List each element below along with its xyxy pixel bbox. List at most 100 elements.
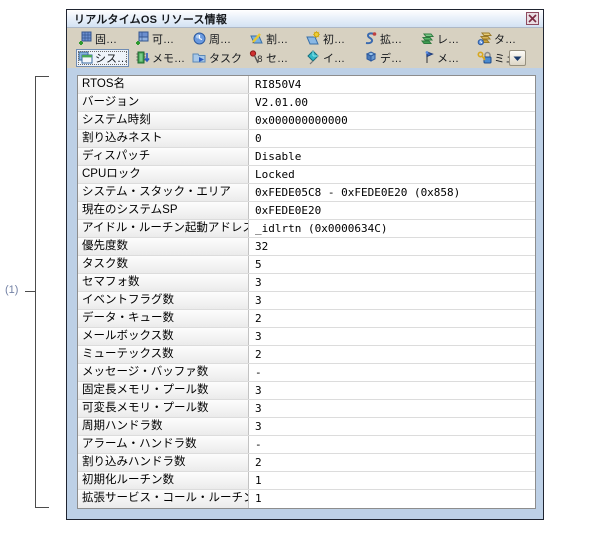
table-row[interactable]: バージョンV2.01.00: [78, 94, 535, 112]
button-label: タスク: [209, 50, 241, 66]
resource-value: 3: [249, 382, 535, 399]
table-row[interactable]: システム時刻0x000000000000: [78, 112, 535, 130]
button-label: 周…: [209, 31, 231, 47]
button-timer-queue[interactable]: タ…: [475, 30, 528, 48]
table-row[interactable]: 可変長メモリ・プール数3: [78, 400, 535, 418]
resource-table: RTOS名RI850V4 バージョンV2.01.00 システム時刻0x00000…: [77, 75, 536, 509]
extended-service-call-icon: [363, 31, 378, 46]
button-extended-service-call[interactable]: 拡…: [361, 30, 414, 48]
memory-icon: [135, 50, 150, 65]
resource-label: 初期化ルーチン数: [78, 472, 249, 489]
resource-value: 32: [249, 238, 535, 255]
button-label: 割…: [266, 31, 288, 47]
button-semaphore[interactable]: 8 セ…: [247, 49, 300, 67]
system-icon: [78, 50, 93, 65]
button-label: メモ…: [152, 50, 184, 66]
resource-label: イベントフラグ数: [78, 292, 249, 309]
svg-text:8: 8: [257, 55, 263, 65]
table-row[interactable]: タスク数5: [78, 256, 535, 274]
resource-value: -: [249, 364, 535, 381]
panel-content: RTOS名RI850V4 バージョンV2.01.00 システム時刻0x00000…: [67, 68, 543, 519]
annotation-bracket: [35, 76, 49, 508]
table-row[interactable]: アラーム・ハンドラ数-: [78, 436, 535, 454]
table-row[interactable]: 割り込みハンドラ数2: [78, 454, 535, 472]
resource-value: 0x000000000000: [249, 112, 535, 129]
button-cyclic-handler[interactable]: 周…: [190, 30, 243, 48]
button-label: 拡…: [380, 31, 402, 47]
interrupt-handler-icon: [249, 31, 264, 46]
panel-titlebar[interactable]: リアルタイムOS リソース情報: [67, 10, 543, 28]
resource-label: 固定長メモリ・プール数: [78, 382, 249, 399]
table-row[interactable]: システム・スタック・エリア0xFEDE05C8 - 0xFEDE0E20 (0x…: [78, 184, 535, 202]
resource-label: 優先度数: [78, 238, 249, 255]
button-mailbox[interactable]: メ…: [418, 49, 471, 67]
close-icon: [528, 14, 537, 23]
button-interrupt-service-routine[interactable]: 割…: [247, 30, 300, 48]
resource-label: システム・スタック・エリア: [78, 184, 249, 201]
button-task[interactable]: タスク: [190, 49, 243, 67]
button-ready-queue[interactable]: レ…: [418, 30, 471, 48]
table-row[interactable]: 割り込みネスト0: [78, 130, 535, 148]
resource-value: RI850V4: [249, 76, 535, 93]
resource-value: 3: [249, 328, 535, 345]
table-row[interactable]: データ・キュー数2: [78, 310, 535, 328]
table-row[interactable]: 拡張サービス・コール・ルーチン数1: [78, 490, 535, 508]
table-row[interactable]: イベントフラグ数3: [78, 292, 535, 310]
table-row[interactable]: ミューテックス数2: [78, 346, 535, 364]
resource-value: 2: [249, 310, 535, 327]
panel-toolbar: 固… 可… 周… 割… 初…: [67, 28, 543, 68]
table-row[interactable]: 固定長メモリ・プール数3: [78, 382, 535, 400]
resource-value: 2: [249, 454, 535, 471]
button-initialize-routine[interactable]: 初…: [304, 30, 357, 48]
resource-value: 2: [249, 346, 535, 363]
resource-label: バージョン: [78, 94, 249, 111]
button-data-queue[interactable]: デ…: [361, 49, 414, 67]
table-row[interactable]: アイドル・ルーチン起動アドレス_idlrtn (0x0000634C): [78, 220, 535, 238]
button-variable-memory-pool[interactable]: 可…: [133, 30, 186, 48]
table-row[interactable]: RTOS名RI850V4: [78, 76, 535, 94]
table-row[interactable]: メールボックス数3: [78, 328, 535, 346]
screenshot-canvas: (1) リアルタイムOS リソース情報 固… 可…: [0, 0, 609, 534]
resource-value: _idlrtn (0x0000634C): [249, 220, 535, 237]
table-row[interactable]: 初期化ルーチン数1: [78, 472, 535, 490]
rtos-resource-panel: リアルタイムOS リソース情報 固… 可… 周: [66, 9, 544, 520]
button-system[interactable]: シス…: [76, 49, 129, 67]
button-event-flag[interactable]: イ…: [304, 49, 357, 67]
close-button[interactable]: [526, 12, 539, 25]
toolbar-row-1: 固… 可… 周… 割… 初…: [76, 29, 541, 48]
table-row[interactable]: CPUロックLocked: [78, 166, 535, 184]
resource-label: システム時刻: [78, 112, 249, 129]
resource-label: アラーム・ハンドラ数: [78, 436, 249, 453]
button-fixed-memory-pool[interactable]: 固…: [76, 30, 129, 48]
resource-label: 可変長メモリ・プール数: [78, 400, 249, 417]
table-row[interactable]: セマフォ数3: [78, 274, 535, 292]
resource-value: -: [249, 436, 535, 453]
cyclic-handler-icon: [192, 31, 207, 46]
resource-value: 3: [249, 292, 535, 309]
table-row[interactable]: 現在のシステムSP0xFEDE0E20: [78, 202, 535, 220]
resource-label: データ・キュー数: [78, 310, 249, 327]
button-label: タ…: [494, 31, 516, 47]
button-label: メ…: [437, 50, 459, 66]
panel-title: リアルタイムOS リソース情報: [74, 11, 227, 27]
table-row[interactable]: 優先度数32: [78, 238, 535, 256]
ready-queue-icon: [420, 31, 435, 46]
toolbar-row-2: シス… メモ… タスク 8 セ… イ…: [76, 48, 541, 67]
toolbar-overflow-button[interactable]: [509, 50, 526, 66]
table-row[interactable]: ディスパッチDisable: [78, 148, 535, 166]
annotation-bracket-tick: [25, 291, 36, 292]
table-row[interactable]: メッセージ・バッファ数-: [78, 364, 535, 382]
button-label: セ…: [266, 50, 288, 66]
button-label: シス…: [95, 50, 127, 66]
resource-value: 1: [249, 472, 535, 489]
table-row[interactable]: 周期ハンドラ数3: [78, 418, 535, 436]
resource-label: 現在のシステムSP: [78, 202, 249, 219]
resource-label: タスク数: [78, 256, 249, 273]
resource-value: 0: [249, 130, 535, 147]
resource-label: 割り込みハンドラ数: [78, 454, 249, 471]
button-memory[interactable]: メモ…: [133, 49, 186, 67]
button-label: レ…: [437, 31, 459, 47]
task-icon: [192, 50, 207, 65]
resource-label: セマフォ数: [78, 274, 249, 291]
button-label: 固…: [95, 31, 117, 47]
